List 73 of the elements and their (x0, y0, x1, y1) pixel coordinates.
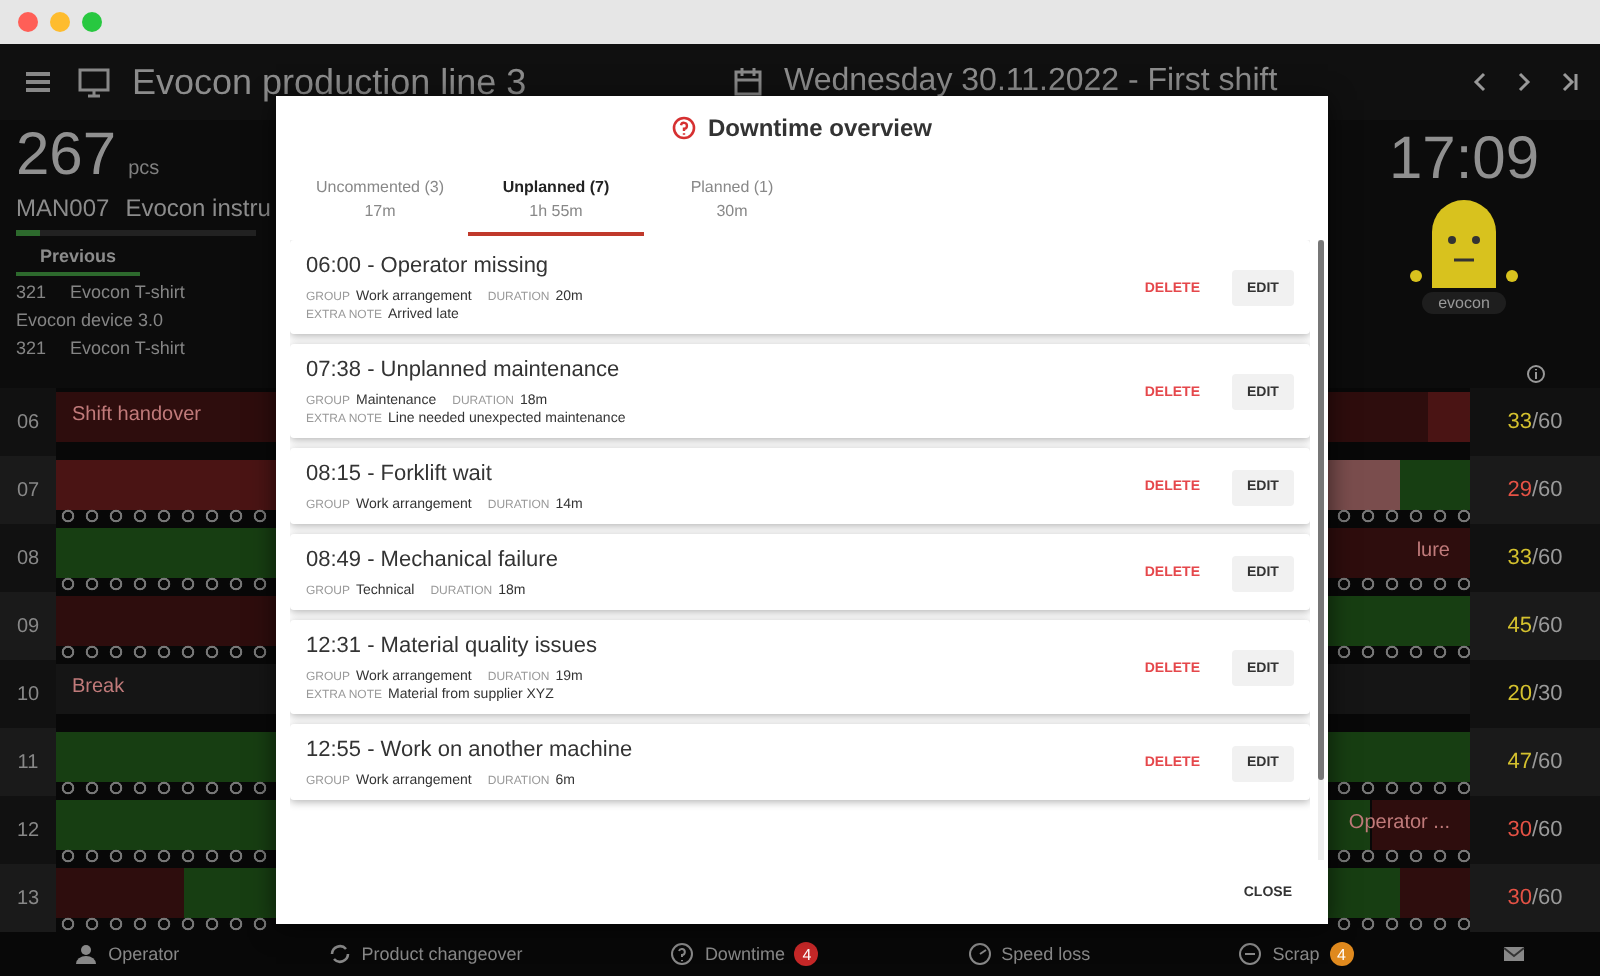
tab[interactable]: Planned (1) 30m (644, 172, 820, 236)
history-product: Evocon T-shirt (70, 282, 185, 304)
downtime-title: 08:49 - Mechanical failure (306, 548, 560, 572)
question-icon (671, 116, 696, 140)
quantity-unit: pcs (128, 158, 160, 180)
hour-label: 10 (0, 660, 56, 728)
mail-icon[interactable] (1501, 942, 1526, 966)
mascot-drawing (1404, 196, 1524, 292)
previous-tab[interactable]: Previous (16, 242, 140, 276)
bottom-bar-button[interactable]: Product changeover (327, 942, 523, 966)
production-dots-drawing (1332, 780, 1470, 796)
quantity-value: 267 (16, 124, 117, 188)
add-person-icon (74, 942, 99, 966)
timeline-label: lure (1416, 540, 1450, 562)
refresh-icon (327, 942, 352, 966)
bottom-bar-button[interactable]: Operator (74, 942, 180, 966)
production-dots-drawing (1332, 644, 1470, 660)
count-badge: 4 (1329, 942, 1354, 966)
chevron-left-icon[interactable] (1472, 72, 1488, 92)
downtime-title: 06:00 - Operator missing (306, 254, 551, 278)
hour-label: 08 (0, 524, 56, 592)
hour-count: 33/60 (1470, 524, 1600, 592)
history-code: 321 (16, 282, 47, 304)
hour-label: 13 (0, 864, 56, 932)
downtime-title: 12:31 - Material quality issues (306, 634, 600, 658)
history-code: 321 (16, 338, 47, 360)
hour-label: 06 (0, 388, 56, 456)
question-icon (670, 942, 695, 966)
tab[interactable]: Unplanned (7) 1h 55m (468, 172, 644, 236)
shift-date: Wednesday 30.11.2022 - First shift (784, 64, 1280, 100)
downtime-title: 12:55 - Work on another machine (306, 738, 635, 762)
hour-count: 33/60 (1470, 388, 1600, 456)
product-name: Evocon instru (125, 194, 271, 224)
mascot-label: evocon (1422, 292, 1506, 314)
chevron-right-icon[interactable] (1516, 72, 1532, 92)
production-dots-drawing (1332, 576, 1470, 592)
tab[interactable]: Uncommented (3) 17m (292, 172, 468, 236)
hour-count: 29/60 (1470, 456, 1600, 524)
hour-count: 47/60 (1470, 728, 1600, 796)
hour-label: 11 (0, 728, 56, 796)
skip-end-icon[interactable] (1560, 72, 1580, 92)
timeline-label: Operator ... (1348, 812, 1450, 834)
timeline-label: Break (72, 676, 125, 698)
gauge-icon (967, 942, 992, 966)
bottom-bar-button[interactable]: Downtime 4 (670, 942, 819, 966)
production-dots-drawing (1332, 916, 1470, 932)
production-dots-drawing (1332, 848, 1470, 864)
calendar-icon (732, 66, 764, 98)
history-product: Evocon device 3.0 (16, 310, 164, 332)
hour-label: 07 (0, 456, 56, 524)
downtime-title: 08:15 - Forklift wait (306, 462, 494, 486)
monitor-icon (76, 64, 112, 100)
bottom-bar-button[interactable]: Speed loss (967, 942, 1091, 966)
hour-count: 30/60 (1470, 796, 1600, 864)
hour-count: 45/60 (1470, 592, 1600, 660)
history-product: Evocon T-shirt (70, 338, 185, 360)
clock-time: 17:09 (1388, 124, 1540, 196)
count-badge: 4 (794, 942, 819, 966)
info-icon (1525, 364, 1545, 384)
bottom-bar-button[interactable]: Scrap 4 (1238, 942, 1354, 966)
hour-label: 09 (0, 592, 56, 660)
production-dots-drawing (1332, 508, 1470, 524)
hour-label: 12 (0, 796, 56, 864)
hour-count: 20/30 (1470, 660, 1600, 728)
timeline-segment (1399, 460, 1470, 510)
product-code: MAN007 (16, 194, 110, 224)
minus-circle-icon (1238, 942, 1263, 966)
scrollbar[interactable] (1318, 240, 1324, 860)
hour-count: 30/60 (1470, 864, 1600, 932)
timeline-label: Shift handover (72, 404, 201, 426)
station-name: Evocon production line 3 (132, 61, 529, 103)
downtime-title: 07:38 - Unplanned maintenance (306, 358, 622, 382)
dialog-title: Downtime overview (707, 114, 933, 142)
